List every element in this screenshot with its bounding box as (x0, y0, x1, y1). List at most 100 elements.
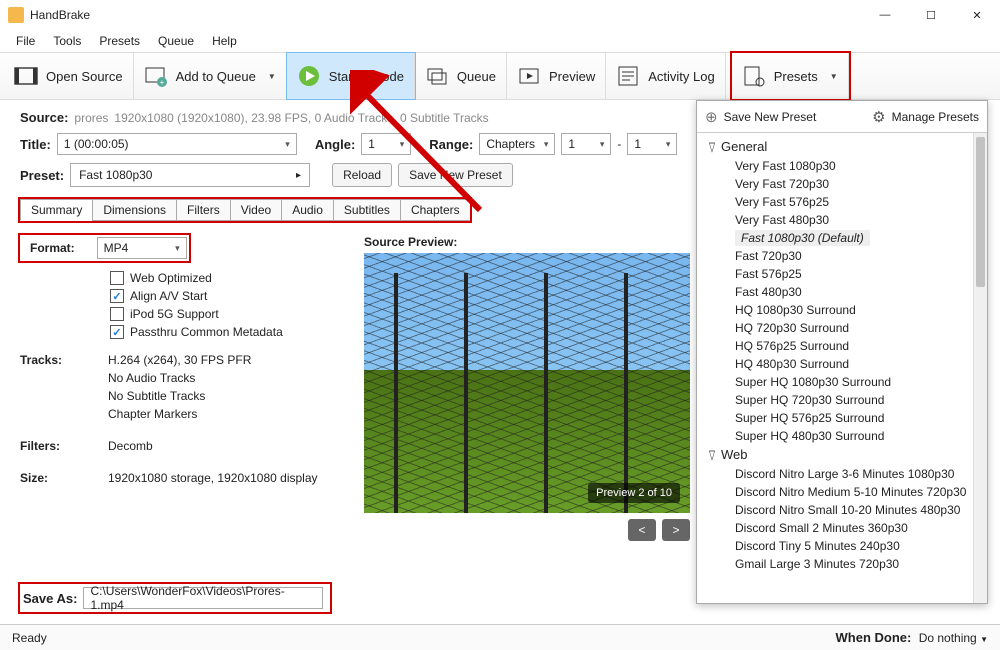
presets-scrollbar[interactable] (973, 133, 987, 603)
reload-button[interactable]: Reload (332, 163, 392, 187)
preview-counter: Preview 2 of 10 (588, 483, 680, 503)
close-button[interactable]: ✕ (954, 0, 1000, 30)
ipod-checkbox[interactable]: iPod 5G Support (110, 307, 344, 321)
open-source-label: Open Source (46, 69, 123, 84)
tab-dimensions[interactable]: Dimensions (92, 199, 177, 221)
add-to-queue-label: Add to Queue (176, 69, 256, 84)
preset-item[interactable]: HQ 720p30 Surround (707, 319, 987, 337)
passthru-checkbox[interactable]: ✓Passthru Common Metadata (110, 325, 344, 339)
preset-item[interactable]: Discord Small 2 Minutes 360p30 (707, 519, 987, 537)
start-encode-button[interactable]: Start Encode (287, 53, 415, 99)
range-to-select[interactable]: 1 (627, 133, 677, 155)
presets-panel: ⊕ Save New Preset ⚙ Manage Presets ▽Gene… (696, 100, 988, 604)
format-label: Format: (22, 237, 83, 259)
range-type-select[interactable]: Chapters (479, 133, 555, 155)
gear-icon: ⚙ (872, 108, 885, 126)
preview-icon (517, 64, 541, 88)
preview-label: Preview (549, 69, 595, 84)
source-name: prores (74, 111, 108, 125)
preset-label: Preset: (20, 168, 64, 183)
queue-button[interactable]: Queue (415, 53, 507, 99)
tab-subtitles[interactable]: Subtitles (333, 199, 401, 221)
film-icon (14, 64, 38, 88)
minimize-button[interactable]: — (862, 0, 908, 30)
preset-item[interactable]: Very Fast 720p30 (707, 175, 987, 193)
log-icon (616, 64, 640, 88)
preset-item[interactable]: Discord Nitro Large 3-6 Minutes 1080p30 (707, 465, 987, 483)
menu-file[interactable]: File (8, 32, 43, 50)
save-new-preset-button[interactable]: Save New Preset (398, 163, 513, 187)
align-av-checkbox[interactable]: ✓Align A/V Start (110, 289, 344, 303)
preset-item[interactable]: Super HQ 720p30 Surround (707, 391, 987, 409)
add-to-queue-button[interactable]: + Add to Queue ▼ (134, 53, 287, 99)
presets-label: Presets (774, 69, 818, 84)
filters-value: Decomb (108, 439, 153, 453)
preset-item[interactable]: Fast 1080p30 (Default) (707, 229, 987, 247)
preset-item[interactable]: Gmail Large 3 Minutes 720p30 (707, 555, 987, 573)
preset-item[interactable]: Super HQ 480p30 Surround (707, 427, 987, 445)
tab-audio[interactable]: Audio (281, 199, 334, 221)
tab-chapters[interactable]: Chapters (400, 199, 471, 221)
preview-next-button[interactable]: > (662, 519, 690, 541)
menu-tools[interactable]: Tools (45, 32, 89, 50)
preset-item[interactable]: Super HQ 1080p30 Surround (707, 373, 987, 391)
preset-item[interactable]: Fast 480p30 (707, 283, 987, 301)
preset-group[interactable]: ▽Web (707, 445, 987, 465)
plus-circle-icon: ⊕ (705, 108, 718, 126)
open-source-button[interactable]: Open Source (4, 53, 134, 99)
save-as-label: Save As: (23, 591, 77, 606)
when-done-select[interactable]: Do nothing ▼ (919, 631, 988, 645)
queue-label: Queue (457, 69, 496, 84)
tabs: Summary Dimensions Filters Video Audio S… (20, 199, 470, 221)
tab-video[interactable]: Video (230, 199, 282, 221)
maximize-button[interactable]: ☐ (908, 0, 954, 30)
save-as-input[interactable]: C:\Users\WonderFox\Videos\Prores-1.mp4 (83, 587, 323, 609)
preset-item[interactable]: Discord Tiny 5 Minutes 240p30 (707, 537, 987, 555)
activity-log-button[interactable]: Activity Log (606, 53, 725, 99)
preset-item[interactable]: Discord Nitro Small 10-20 Minutes 480p30 (707, 501, 987, 519)
scroll-thumb[interactable] (976, 137, 985, 287)
tab-filters[interactable]: Filters (176, 199, 231, 221)
menu-queue[interactable]: Queue (150, 32, 202, 50)
manage-presets-button[interactable]: ⚙ Manage Presets (872, 108, 979, 126)
preset-item[interactable]: Super HQ 576p25 Surround (707, 409, 987, 427)
play-icon (297, 64, 321, 88)
preset-item[interactable]: Very Fast 576p25 (707, 193, 987, 211)
preset-item[interactable]: HQ 1080p30 Surround (707, 301, 987, 319)
preset-item[interactable]: Fast 720p30 (707, 247, 987, 265)
titlebar: HandBrake — ☐ ✕ (0, 0, 1000, 30)
title-label: Title: (20, 137, 51, 152)
activity-log-label: Activity Log (648, 69, 714, 84)
presets-button[interactable]: Presets ▼ (732, 53, 849, 99)
preset-item[interactable]: HQ 480p30 Surround (707, 355, 987, 373)
source-details: 1920x1080 (1920x1080), 23.98 FPS, 0 Audi… (114, 111, 488, 125)
presets-icon (742, 64, 766, 88)
status-text: Ready (12, 631, 47, 645)
preview-button[interactable]: Preview (507, 53, 606, 99)
preset-item[interactable]: Very Fast 1080p30 (707, 157, 987, 175)
chevron-down-icon[interactable]: ▼ (268, 72, 276, 81)
save-new-preset-panel-button[interactable]: ⊕ Save New Preset (705, 108, 816, 126)
menu-presets[interactable]: Presets (91, 32, 148, 50)
preset-item[interactable]: Fast 576p25 (707, 265, 987, 283)
source-label: Source: (20, 110, 68, 125)
app-icon (8, 7, 24, 23)
preset-select[interactable]: Fast 1080p30 (70, 163, 310, 187)
menu-help[interactable]: Help (204, 32, 245, 50)
preset-item[interactable]: HQ 576p25 Surround (707, 337, 987, 355)
range-from-select[interactable]: 1 (561, 133, 611, 155)
image-plus-icon: + (144, 64, 168, 88)
menubar: File Tools Presets Queue Help (0, 30, 1000, 52)
title-select[interactable]: 1 (00:00:05) (57, 133, 297, 155)
web-optimized-checkbox[interactable]: Web Optimized (110, 271, 344, 285)
preset-item[interactable]: Very Fast 480p30 (707, 211, 987, 229)
chevron-down-icon[interactable]: ▼ (830, 72, 838, 81)
tab-summary[interactable]: Summary (20, 199, 93, 221)
format-select[interactable]: MP4 (97, 237, 187, 259)
preset-group[interactable]: ▽General (707, 137, 987, 157)
angle-label: Angle: (315, 137, 355, 152)
angle-select[interactable]: 1 (361, 133, 411, 155)
preset-item[interactable]: Discord Nitro Medium 5-10 Minutes 720p30 (707, 483, 987, 501)
preview-prev-button[interactable]: < (628, 519, 656, 541)
size-label: Size: (20, 471, 108, 489)
